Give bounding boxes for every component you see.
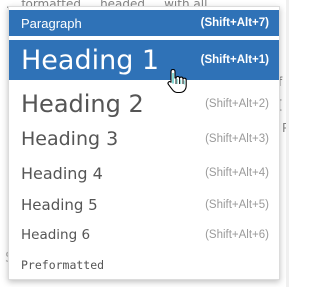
keyboard-shortcut: (Shift+Alt+7) xyxy=(200,17,269,29)
menu-item-label: Paragraph xyxy=(21,15,82,31)
editor-stage: ... formatted ... headed ... with all f … xyxy=(0,0,289,287)
menu-item-label: Heading 4 xyxy=(21,163,103,183)
keyboard-shortcut: (Shift+Alt+5) xyxy=(205,199,269,211)
keyboard-shortcut: (Shift+Alt+2) xyxy=(205,98,269,110)
keyboard-shortcut: (Shift+Alt+3) xyxy=(205,133,269,145)
menu-item-preformatted[interactable]: Preformatted xyxy=(9,252,279,278)
menu-item-paragraph[interactable]: Paragraph (Shift+Alt+7) xyxy=(9,10,279,36)
hand-pointer-icon xyxy=(167,68,187,94)
menu-item-heading-6[interactable]: Heading 6 (Shift+Alt+6) xyxy=(9,222,279,248)
editor-scrollbar[interactable] xyxy=(286,0,289,287)
menu-item-heading-1[interactable]: Heading 1 (Shift+Alt+1) xyxy=(9,40,279,80)
menu-item-label: Heading 2 xyxy=(21,90,144,118)
menu-item-label: Heading 1 xyxy=(21,44,160,76)
menu-item-heading-5[interactable]: Heading 5 (Shift+Alt+5) xyxy=(9,191,279,219)
keyboard-shortcut: (Shift+Alt+1) xyxy=(200,54,269,66)
menu-item-label: Heading 6 xyxy=(21,227,91,243)
menu-item-heading-2[interactable]: Heading 2 (Shift+Alt+2) xyxy=(9,87,279,121)
format-dropdown-menu: Paragraph (Shift+Alt+7) Heading 1 (Shift… xyxy=(8,6,280,280)
keyboard-shortcut: (Shift+Alt+6) xyxy=(205,229,269,241)
keyboard-shortcut: (Shift+Alt+4) xyxy=(205,167,269,179)
menu-item-label: Heading 3 xyxy=(21,128,119,150)
menu-item-heading-3[interactable]: Heading 3 (Shift+Alt+3) xyxy=(9,125,279,153)
menu-item-label: Heading 5 xyxy=(21,196,98,214)
menu-item-heading-4[interactable]: Heading 4 (Shift+Alt+4) xyxy=(9,159,279,187)
menu-item-label: Preformatted xyxy=(21,258,105,272)
